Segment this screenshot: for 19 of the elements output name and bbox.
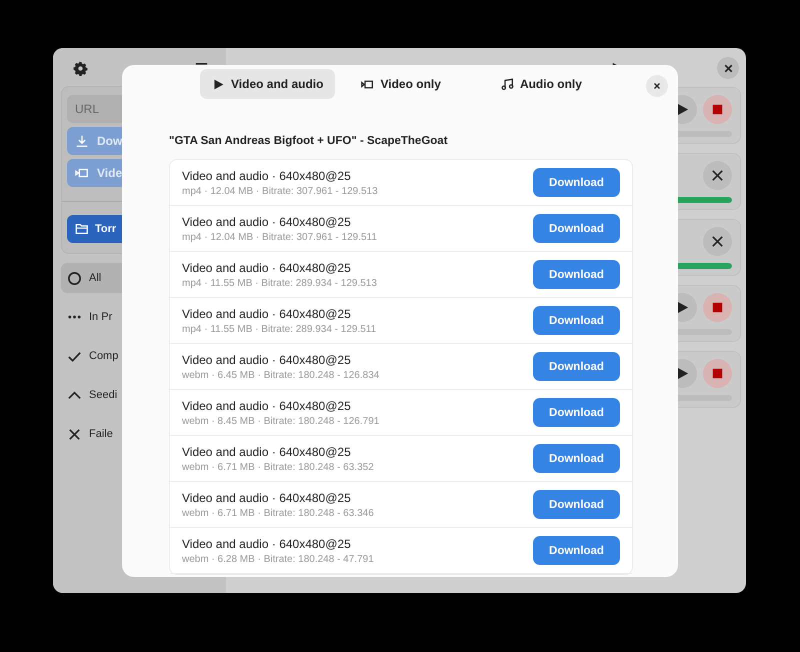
format-details: mp4 · 11.55 MB · Bitrate: 289.934 - 129.511 [182,324,376,334]
video-title: "GTA San Andreas Bigfoot + UFO" - ScapeTheGoat [169,135,449,147]
format-details: mp4 · 11.55 MB · Bitrate: 289.934 - 129.513 [182,278,377,288]
format-title: Video and audio · 640x480@25 [182,398,352,412]
format-title: Video and audio · 640x480@25 [182,168,352,182]
format-details: webm · 8.45 MB · Bitrate: 180.248 - 126.791 [182,416,380,426]
format-title: Video and audio · 640x480@25 [182,536,352,550]
format-title: Video and audio · 640x480@25 [182,444,352,458]
format-title: Video and audio · 640x480@25 [182,306,352,320]
format-details: webm · 6.71 MB · Bitrate: 180.248 - 63.346 [182,508,374,518]
format-details: webm · 6.71 MB · Bitrate: 180.248 - 63.352 [182,462,374,472]
format-details: webm · 6.45 MB · Bitrate: 180.248 - 126.834 [182,370,380,380]
format-title: Video and audio · 640x480@25 [182,260,352,274]
format-title: Video and audio · 640x480@25 [182,490,352,504]
format-title: Video and audio · 640x480@25 [182,214,352,228]
format-title: Video and audio · 640x480@25 [182,352,352,366]
format-details: mp4 · 12.04 MB · Bitrate: 307.961 - 129.513 [182,186,378,196]
format-details: mp4 · 12.04 MB · Bitrate: 307.961 - 129.511 [182,232,377,242]
format-details: webm · 6.28 MB · Bitrate: 180.248 - 47.791 [182,554,374,564]
